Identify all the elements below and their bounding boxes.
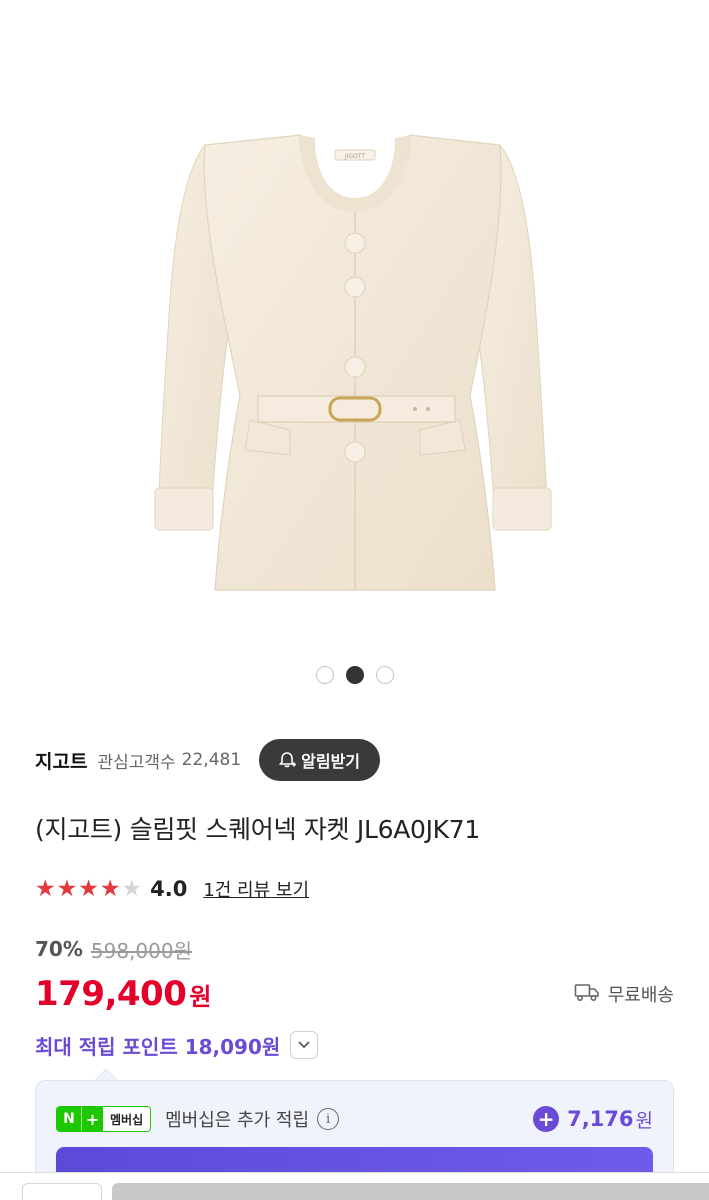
points-expand-button[interactable] [290,1031,319,1059]
svg-text:JIGOTT: JIGOTT [344,153,365,160]
naver-membership-badge: N + 멤버십 [56,1106,152,1132]
brand-name[interactable]: 지고트 [35,747,87,774]
star-filled-icon: ★ [99,875,121,902]
points-row: 최대 적립 포인트 18,090원 [35,1026,319,1064]
star-filled-icon: ★ [35,875,56,902]
max-points-label: 최대 적립 포인트 18,090원 [35,1034,281,1059]
star-rating: ★ ★ ★ ★ ★ [35,875,143,902]
bell-plus-icon [277,750,297,770]
membership-badge-text: 멤버십 [103,1107,151,1131]
discount-row: 70% 598,000원 [35,934,192,964]
membership-points-unit: 원 [635,1109,653,1132]
product-image[interactable]: JIGOTT [0,0,709,655]
chevron-down-icon [297,1038,311,1053]
alarm-button-label: 알림받기 [301,754,361,771]
info-icon[interactable]: i [317,1108,340,1130]
membership-points: + 7,176 원 [533,1106,653,1133]
price-row: 179,400 원 무료배송 [35,970,674,1018]
jacket-illustration: JIGOTT [154,134,552,591]
truck-icon [574,982,600,1007]
naver-plus-logo: + [81,1107,103,1131]
membership-description: 멤버십은 추가 적립 [165,1110,310,1131]
rating-value: 4.0 [150,877,188,901]
star-filled-icon: ★ [56,875,78,902]
carousel-indicator [0,666,709,684]
plus-circle-icon: + [533,1106,560,1132]
bottom-secondary-button[interactable] [22,1183,102,1200]
follower-count: 22,481 [181,750,242,770]
carousel-dot[interactable] [375,666,394,684]
sale-price-unit: 원 [189,983,212,1011]
carousel-dot-active[interactable] [345,666,364,684]
alarm-button[interactable]: 알림받기 [259,739,381,781]
sale-price-amount: 179,400 [35,974,187,1014]
original-price: 598,000원 [90,938,192,963]
product-title: (지고트) 슬림핏 스퀘어넥 자켓 JL6A0JK71 [35,815,480,844]
membership-points-amount: 7,176 [567,1107,634,1131]
discount-rate: 70% [35,937,83,961]
star-filled-icon: ★ [78,875,99,902]
membership-row: N + 멤버십 멤버십은 추가 적립 i + 7,176 원 [56,1101,653,1137]
star-empty-icon: ★ [121,875,143,902]
review-link[interactable]: 1건 리뷰 보기 [203,876,309,902]
bottom-action-bar [0,1172,709,1200]
sale-price: 179,400 원 [35,974,211,1014]
shipping-info: 무료배송 [574,981,674,1007]
brand-row: 지고트 관심고객수 22,481 알림받기 [35,738,674,782]
bottom-primary-button[interactable] [112,1183,709,1200]
follower-label: 관심고객수 [97,752,176,773]
rating-row: ★ ★ ★ ★ ★ 4.0 1건 리뷰 보기 [35,872,309,906]
shipping-label: 무료배송 [607,985,674,1006]
naver-n-logo: N [57,1107,81,1131]
carousel-dot[interactable] [315,666,334,684]
